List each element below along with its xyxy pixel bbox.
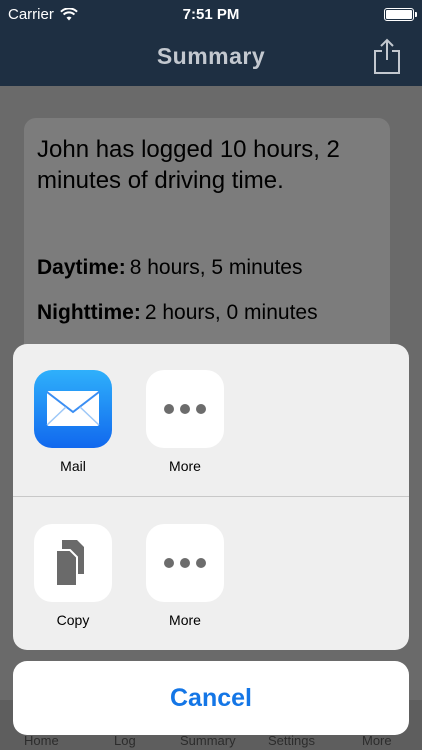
mail-label: Mail (60, 458, 86, 474)
tab-home[interactable]: Home (24, 733, 59, 748)
page-title: Summary (156, 43, 266, 69)
tab-summary[interactable]: Summary (180, 733, 236, 748)
more-actions-button[interactable] (146, 524, 224, 602)
summary-text: John has logged 10 hours, 2 minutes of d… (37, 136, 340, 194)
mail-app-button[interactable] (34, 370, 112, 448)
more-icon (146, 558, 224, 568)
nighttime-row: Nighttime: 2 hours, 0 minutes (37, 301, 318, 325)
nighttime-value: 2 hours, 0 minutes (144, 301, 318, 324)
share-sheet: Mail More Copy More (13, 344, 409, 650)
mail-icon (46, 391, 100, 426)
navigation-bar: Summary (0, 30, 422, 86)
sheet-divider (13, 496, 409, 497)
tab-more[interactable]: More (362, 733, 392, 748)
cancel-button[interactable]: Cancel (13, 661, 409, 735)
battery-icon (384, 8, 417, 21)
status-bar: Carrier 7:51 PM (0, 0, 422, 30)
tab-log[interactable]: Log (114, 733, 136, 748)
share-icon[interactable] (372, 38, 402, 74)
copy-label: Copy (56, 612, 90, 628)
summary-card: John has logged 10 hours, 2 minutes of d… (24, 118, 390, 358)
daytime-label: Daytime: (37, 256, 126, 279)
clock: 7:51 PM (182, 6, 240, 23)
more-apps-button[interactable] (146, 370, 224, 448)
daytime-value: 8 hours, 5 minutes (129, 256, 303, 279)
more-actions-label: More (169, 612, 201, 628)
nighttime-label: Nighttime: (37, 301, 141, 324)
more-icon (146, 404, 224, 414)
tab-settings[interactable]: Settings (268, 733, 315, 748)
more-apps-label: More (169, 458, 201, 474)
copy-button[interactable] (34, 524, 112, 602)
daytime-row: Daytime: 8 hours, 5 minutes (37, 256, 302, 280)
copy-icon (55, 540, 84, 587)
